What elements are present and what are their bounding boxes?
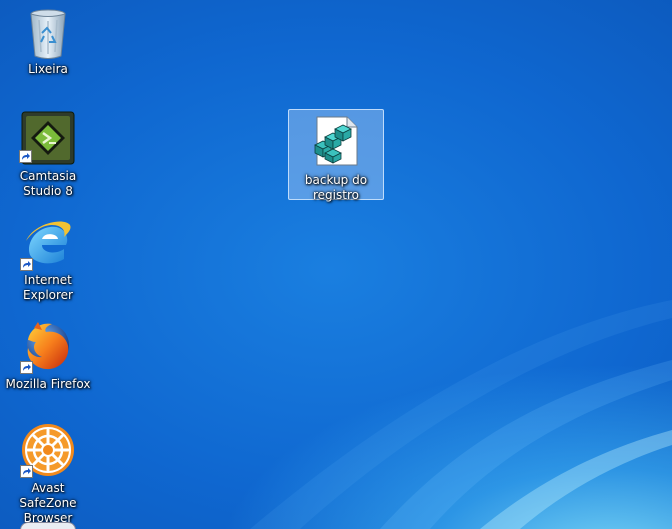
internet-explorer-icon xyxy=(20,215,76,271)
avast-safezone-icon xyxy=(20,422,76,478)
shortcut-arrow-icon xyxy=(20,465,33,478)
registry-file-icon xyxy=(311,115,361,167)
desktop[interactable]: Lixeira Camtasia Studio 8 Internet Explo… xyxy=(0,0,672,529)
shortcut-arrow-icon xyxy=(20,258,33,271)
desktop-icon-label: Avast SafeZone Browser xyxy=(19,481,77,525)
shortcut-arrow-icon xyxy=(19,150,32,163)
desktop-icon-camtasia[interactable]: Camtasia Studio 8 xyxy=(2,111,94,199)
desktop-icon-avast-safezone[interactable]: Avast SafeZone Browser xyxy=(2,422,94,526)
camtasia-icon xyxy=(19,111,75,165)
desktop-icon-firefox[interactable]: Mozilla Firefox xyxy=(2,318,94,392)
wallpaper-swoosh xyxy=(250,300,672,529)
desktop-icon-internet-explorer[interactable]: Internet Explorer xyxy=(2,215,94,303)
desktop-icon-label: Camtasia Studio 8 xyxy=(19,169,77,198)
desktop-icon-label: backup do registro xyxy=(304,173,368,202)
recycle-bin-icon xyxy=(20,6,76,62)
desktop-icon-label: Internet Explorer xyxy=(23,273,73,302)
desktop-icon-recycle-bin[interactable]: Lixeira xyxy=(2,6,94,77)
desktop-icon-label: Lixeira xyxy=(28,62,68,76)
partial-desktop-icon[interactable] xyxy=(20,522,76,529)
shortcut-arrow-icon xyxy=(20,361,33,374)
firefox-icon xyxy=(20,318,76,374)
desktop-icon-registry-backup[interactable]: backup do registro xyxy=(288,109,384,202)
desktop-icon-label: Mozilla Firefox xyxy=(5,377,91,391)
